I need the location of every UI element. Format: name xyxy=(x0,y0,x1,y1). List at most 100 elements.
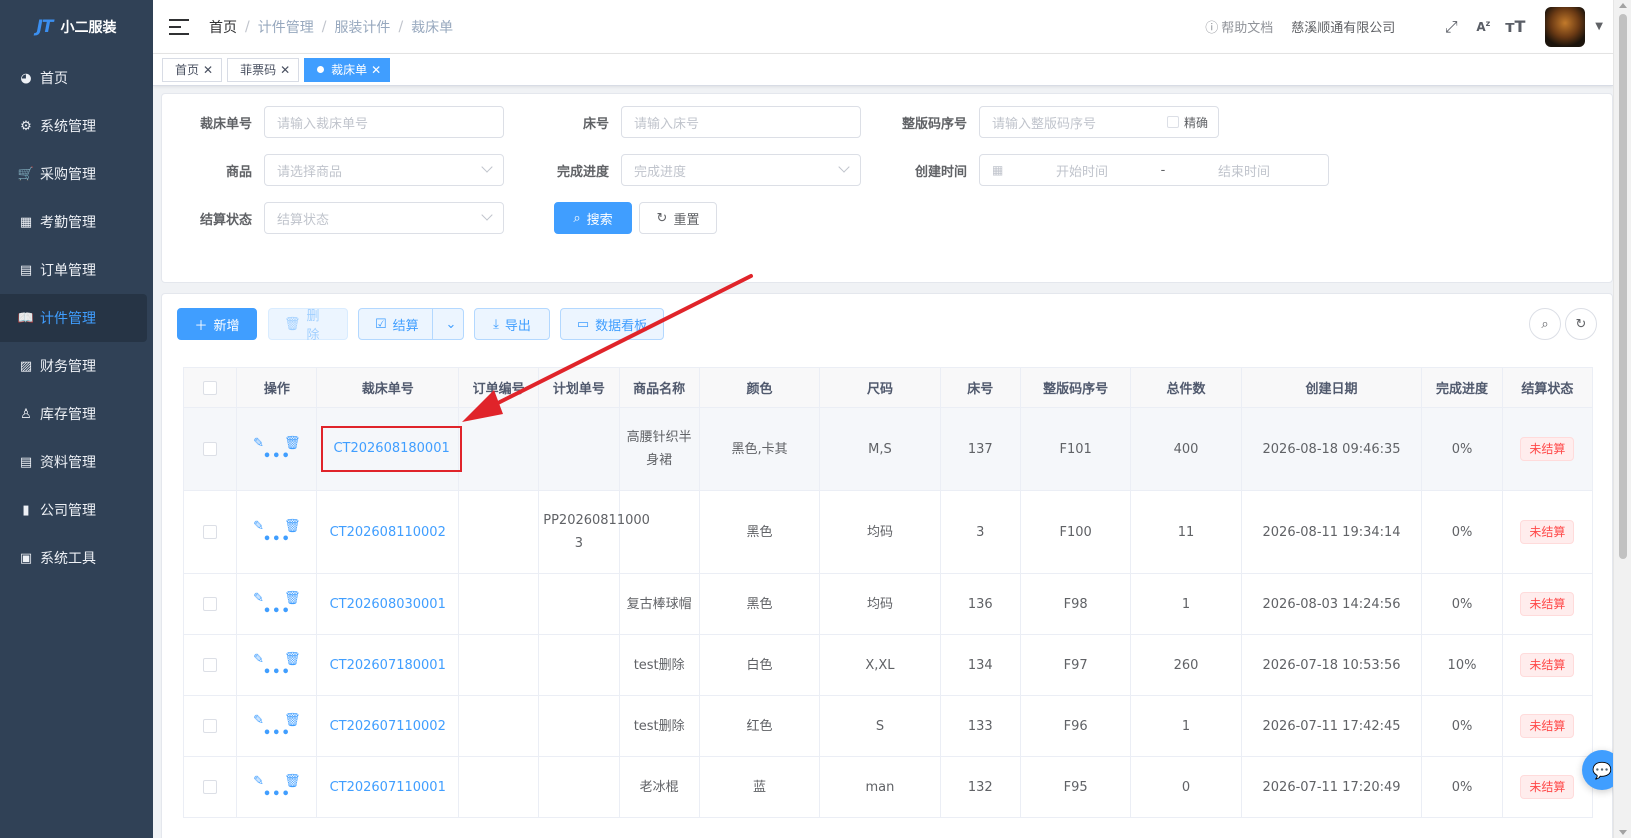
scroll-up-icon[interactable] xyxy=(1619,3,1627,8)
dashboard-icon: ◕ xyxy=(20,70,32,86)
sidebar-item[interactable]: ▨ 财务管理 xyxy=(0,342,147,390)
row-select-cell[interactable] xyxy=(182,695,238,757)
font-size-icon[interactable]: тT xyxy=(1499,17,1531,36)
color-cell: 白色 xyxy=(698,634,821,696)
row-select-cell[interactable] xyxy=(182,756,238,818)
help-docs-link[interactable]: ⓘ 帮助文档 xyxy=(1205,17,1273,36)
created-cell: 2026-07-11 17:42:45 xyxy=(1240,695,1423,757)
table-row[interactable]: ✎ 🗑 ••• CT202607110002 test删除 红色 S 133 F96 1 2026-… xyxy=(182,695,1594,757)
start-date-placeholder[interactable]: 开始时间 xyxy=(1056,161,1108,180)
tag-home[interactable]: 首页 ✕ xyxy=(162,57,223,82)
table-row[interactable]: ✎ 🗑 ••• CT202608030001 复古棒球帽 黑色 均码 136 F98 1 2026-… xyxy=(182,573,1594,635)
more-icon[interactable]: ••• xyxy=(263,788,291,801)
sidebar-item[interactable]: ▦ 考勤管理 xyxy=(0,198,147,246)
cut-no-link[interactable]: CT202607110001 xyxy=(330,780,446,795)
search-button[interactable]: ⌕ 搜索 xyxy=(554,202,632,234)
chevron-down-icon[interactable]: ⌄ xyxy=(439,317,463,332)
table-header-row: 操作 裁床单号 订单编号 计划单号 商品名称 颜色 尺码 床号 整版码序号 总件… xyxy=(182,367,1594,408)
table-row[interactable]: ✎ 🗑 ••• CT202607180001 test删除 白色 X,XL 134 F97 260… xyxy=(182,634,1594,696)
order-no-cell xyxy=(457,407,540,491)
checkbox-icon[interactable] xyxy=(203,597,218,611)
date-range-picker[interactable]: ▦ 开始时间 - 结束时间 xyxy=(979,154,1329,186)
bar-chart-icon: ▮ xyxy=(22,502,30,518)
actions-cell: ✎ 🗑 ••• xyxy=(236,407,318,491)
product-cell xyxy=(618,490,700,574)
table-row[interactable]: ✎ 🗑 ••• CT202608110002 PP20260811000 3 黑色 均码 3 F… xyxy=(182,490,1594,574)
settle-split-button[interactable]: ☑ 结算 ⌄ xyxy=(358,308,464,340)
close-icon[interactable]: ✕ xyxy=(280,63,290,77)
checkbox-icon[interactable] xyxy=(203,658,218,672)
scroll-down-icon[interactable] xyxy=(1619,830,1627,835)
precise-label: 精确 xyxy=(1183,115,1208,130)
translate-icon[interactable]: Az xyxy=(1467,19,1499,34)
tag-ticket-code[interactable]: 菲票码 ✕ xyxy=(227,57,300,82)
settle-button[interactable]: ☑ 结算 xyxy=(359,309,433,339)
add-button[interactable]: ＋ 新增 xyxy=(177,308,257,340)
sidebar-item[interactable]: ⚙ 系统管理 xyxy=(0,102,147,150)
hamburger-icon[interactable] xyxy=(169,18,189,35)
settle-status-select[interactable]: 结算状态 xyxy=(264,202,504,234)
row-select-cell[interactable] xyxy=(182,634,238,696)
cut-no-link[interactable]: CT202608030001 xyxy=(330,597,446,612)
cut-no-link[interactable]: CT202607110002 xyxy=(330,719,446,734)
refresh-button[interactable]: ↻ xyxy=(1565,308,1597,340)
plan-no-cell xyxy=(538,407,620,491)
row-select-cell[interactable] xyxy=(182,573,238,635)
cut-no-link[interactable]: CT202608110002 xyxy=(330,525,446,540)
product-select[interactable]: 请选择商品 xyxy=(264,154,504,186)
sidebar-item-label: 资料管理 xyxy=(40,455,96,471)
close-icon[interactable]: ✕ xyxy=(371,63,381,77)
cut-no-link[interactable]: CT202608180001 xyxy=(321,426,462,472)
more-icon[interactable]: ••• xyxy=(263,533,291,546)
sidebar-item[interactable]: ▤ 订单管理 xyxy=(0,246,147,294)
sidebar-item[interactable]: 🛒 采购管理 xyxy=(0,150,147,198)
batch-seq-input[interactable]: 请输入整版码序号 精确 xyxy=(979,106,1219,138)
scrollbar-thumb[interactable] xyxy=(1619,14,1627,559)
precise-checkbox[interactable]: 精确 xyxy=(1166,114,1208,131)
progress-cell: 0% xyxy=(1421,756,1503,818)
sidebar-item[interactable]: ◕ 首页 xyxy=(0,54,147,102)
batch-seq-label: 整版码序号 xyxy=(901,116,967,132)
export-button[interactable]: ⤓ 导出 xyxy=(474,308,550,340)
dashboard-button[interactable]: ▭ 数据看板 xyxy=(560,308,664,340)
delete-button[interactable]: 🗑 删除 xyxy=(268,308,348,343)
row-select-cell[interactable] xyxy=(182,407,238,491)
end-date-placeholder[interactable]: 结束时间 xyxy=(1218,161,1270,180)
cut-no-input[interactable]: 请输入裁床单号 xyxy=(264,106,504,138)
more-icon[interactable]: ••• xyxy=(263,666,291,679)
avatar[interactable] xyxy=(1545,6,1586,47)
more-icon[interactable]: ••• xyxy=(263,727,291,740)
app-logo[interactable]: JT 小二服装 xyxy=(0,0,153,54)
more-icon[interactable]: ••• xyxy=(263,450,291,463)
more-icon[interactable]: ••• xyxy=(263,605,291,618)
table-row[interactable]: ✎ 🗑 ••• CT202608180001 高腰针织半身裙 黑色,卡其 M,S 137 F10… xyxy=(182,407,1594,491)
progress-select[interactable]: 完成进度 xyxy=(621,154,861,186)
cut-no-cell: CT202608110002 xyxy=(316,490,459,574)
caret-down-icon[interactable]: ▼ xyxy=(1595,21,1603,32)
size-cell: 均码 xyxy=(819,490,941,574)
page-scrollbar[interactable] xyxy=(1613,0,1631,838)
checkbox-icon[interactable] xyxy=(203,442,218,456)
cut-no-link[interactable]: CT202607180001 xyxy=(330,658,446,673)
row-select-cell[interactable] xyxy=(182,490,238,574)
sidebar-item[interactable]: ▤ 资料管理 xyxy=(0,438,147,486)
checkbox-icon[interactable] xyxy=(203,525,218,539)
tag-cut-order[interactable]: 裁床单 ✕ xyxy=(304,57,391,82)
sidebar-item[interactable]: ♙ 库存管理 xyxy=(0,390,147,438)
company-name[interactable]: 慈溪顺通有限公司 xyxy=(1291,17,1395,36)
fullscreen-icon[interactable]: ⤢ xyxy=(1435,17,1467,37)
table-row[interactable]: ✎ 🗑 ••• CT202607110001 老冰棍蓝 man 132 F95 0 2026-07… xyxy=(182,756,1594,818)
toggle-search-button[interactable]: ⌕ xyxy=(1529,308,1561,340)
select-all-cell[interactable] xyxy=(182,367,238,408)
reset-button[interactable]: ↻ 重置 xyxy=(639,202,717,234)
bed-no-input[interactable]: 请输入床号 xyxy=(621,106,861,138)
sidebar-item[interactable]: ▣ 系统工具 xyxy=(0,534,147,582)
sidebar-item[interactable]: 📖 计件管理 xyxy=(0,294,147,342)
breadcrumb-home[interactable]: 首页 xyxy=(209,17,237,37)
sidebar-item[interactable]: ▮ 公司管理 xyxy=(0,486,147,534)
close-icon[interactable]: ✕ xyxy=(203,63,213,77)
sidebar-item-label: 首页 xyxy=(40,71,68,87)
checkbox-icon[interactable] xyxy=(203,380,218,395)
checkbox-icon[interactable] xyxy=(203,780,218,794)
checkbox-icon[interactable] xyxy=(203,719,218,733)
